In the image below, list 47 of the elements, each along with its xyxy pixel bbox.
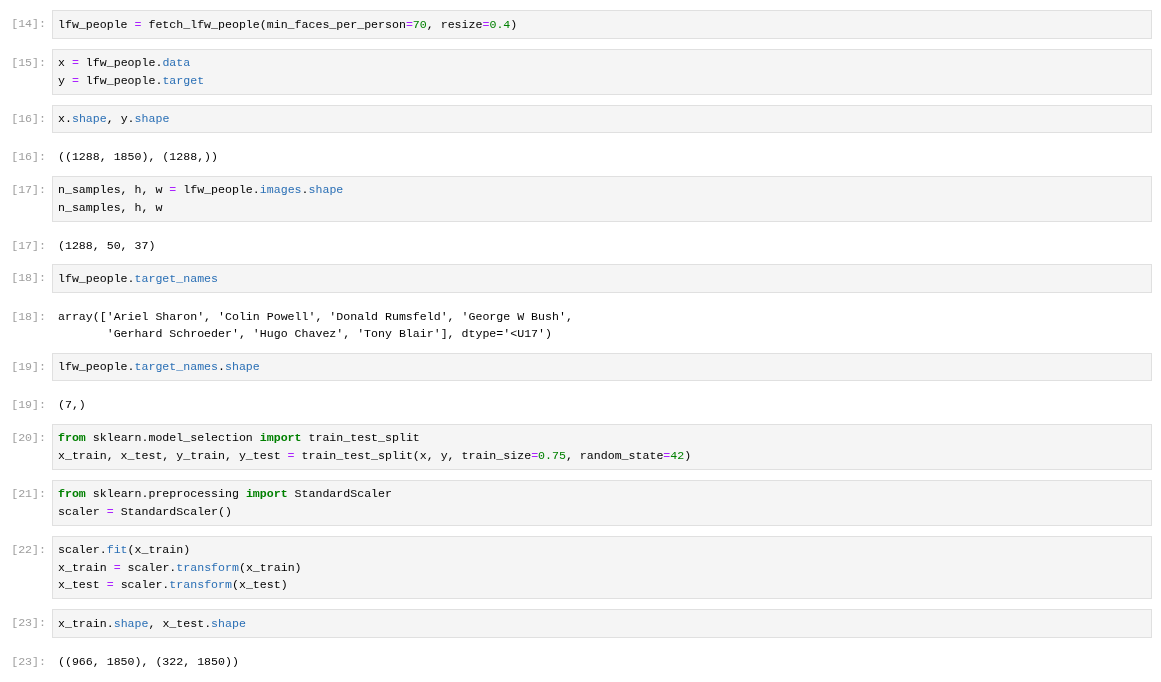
code-line: n_samples, h, w = lfw_people.images.shape	[58, 182, 344, 198]
output-line: 'Gerhard Schroeder', 'Hugo Chavez', 'Tony Blair'], dtype='<U17')	[105, 326, 552, 342]
cell-prompt: [23]:	[11, 615, 46, 631]
cell-prompt: [18]:	[11, 308, 46, 325]
code-line: x.shape, y.shape	[58, 111, 170, 127]
code-input-box[interactable]: scaler.fit(x_train) x_train = scaler.transform(x_train) x_test = scaler.transform(x_test)	[52, 535, 1152, 599]
cell-prompt: [19]:	[11, 397, 46, 413]
code-input-box[interactable]: n_samples, h, w = lfw_people.images.shape n_samples, h, w	[52, 175, 1152, 222]
code-line: lfw_people.target_names.shape	[58, 359, 260, 375]
cell-prompt: [17]:	[11, 237, 46, 254]
code-line: x_train = scaler.transform(x_train)	[58, 559, 302, 576]
code-line: lfw_people.target_names	[58, 270, 219, 287]
cell-prompt: [14]:	[11, 16, 46, 32]
cell-prompt: [16]:	[11, 149, 46, 165]
output-line: (1288, 50, 37)	[58, 237, 156, 254]
cell-prompt: [23]:	[11, 653, 46, 670]
code-input-box[interactable]: x.shape, y.shape	[52, 104, 1152, 133]
code-input-box[interactable]: lfw_people.target_names.shape	[52, 352, 1152, 381]
code-line: from sklearn.model_selection import train_test_split	[58, 430, 420, 446]
code-input-box[interactable]: x_train.shape, x_test.shape	[52, 609, 1152, 638]
cell-prompt: [21]:	[11, 485, 46, 502]
code-line: from sklearn.preprocessing import StandardScaler	[58, 486, 392, 502]
code-line: scaler = StandardScaler()	[58, 503, 232, 520]
code-input-box[interactable]: from sklearn.preprocessing import StandardScaler scaler = StandardScaler()	[52, 479, 1152, 526]
code-line: lfw_people = fetch_lfw_people(min_faces_per_person=70, resize=0.4)	[58, 16, 518, 33]
code-input-box[interactable]: x = lfw_people.data y = lfw_people.target	[52, 48, 1152, 95]
cell-prompt: [22]:	[11, 541, 46, 558]
output-line: ((1288, 1850), (1288,))	[58, 149, 219, 165]
output-line: array(['Ariel Sharon', 'Colin Powell', 'Donald Rumsfeld', 'George W Bush',	[58, 308, 573, 325]
cell-prompt: [16]:	[11, 110, 46, 127]
code-input-box[interactable]: from sklearn.model_selection import train_test_split x_train, x_test, y_train, y_test = train_test_split(x, y, train_size=0.75, random_state=42)	[52, 423, 1152, 470]
cell-prompt: [19]:	[11, 358, 46, 375]
code-line: x_train.shape, x_test.shape	[58, 615, 246, 632]
output-line: (7,)	[58, 397, 86, 413]
code-input-box[interactable]: lfw_people = fetch_lfw_people(min_faces_per_person=70, resize=0.4)	[52, 10, 1152, 39]
cell-prompt: [15]:	[11, 54, 46, 71]
code-line: y = lfw_people.target	[58, 72, 205, 89]
cell-prompt: [17]:	[11, 181, 46, 198]
code-line: n_samples, h, w	[58, 199, 163, 216]
output-line: ((966, 1850), (322, 1850))	[58, 653, 239, 670]
code-line: x = lfw_people.data	[58, 55, 191, 71]
code-line: x_train, x_test, y_train, y_test = train_test_split(x, y, train_size=0.75, random_state=42)	[58, 447, 692, 464]
cell-prompt: [18]:	[11, 270, 46, 286]
code-line: scaler.fit(x_train)	[58, 542, 191, 558]
code-line: x_test = scaler.transform(x_test)	[58, 577, 288, 593]
cell-prompt: [20]:	[11, 429, 46, 446]
code-input-box[interactable]: lfw_people.target_names	[52, 264, 1152, 293]
